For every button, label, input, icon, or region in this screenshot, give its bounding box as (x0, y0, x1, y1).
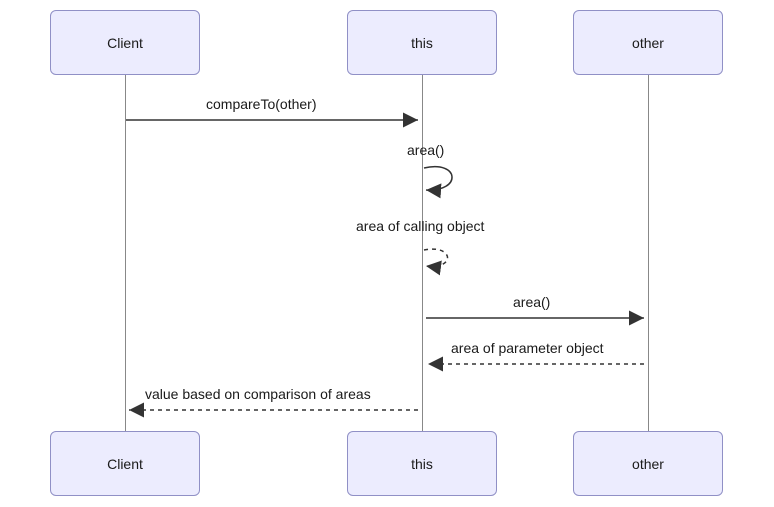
arrows-layer (0, 0, 774, 507)
sequence-diagram: Client this other Client this other (0, 0, 774, 507)
label-area-self: area() (407, 142, 444, 158)
label-compareto: compareTo(other) (206, 96, 317, 112)
label-area-calling-return: area of calling object (356, 218, 484, 234)
label-area-param-return: area of parameter object (451, 340, 604, 356)
arrow-self-area-call (424, 167, 452, 190)
label-area-other: area() (513, 294, 550, 310)
label-final-return: value based on comparison of areas (145, 386, 371, 402)
arrow-self-area-return (424, 249, 448, 266)
